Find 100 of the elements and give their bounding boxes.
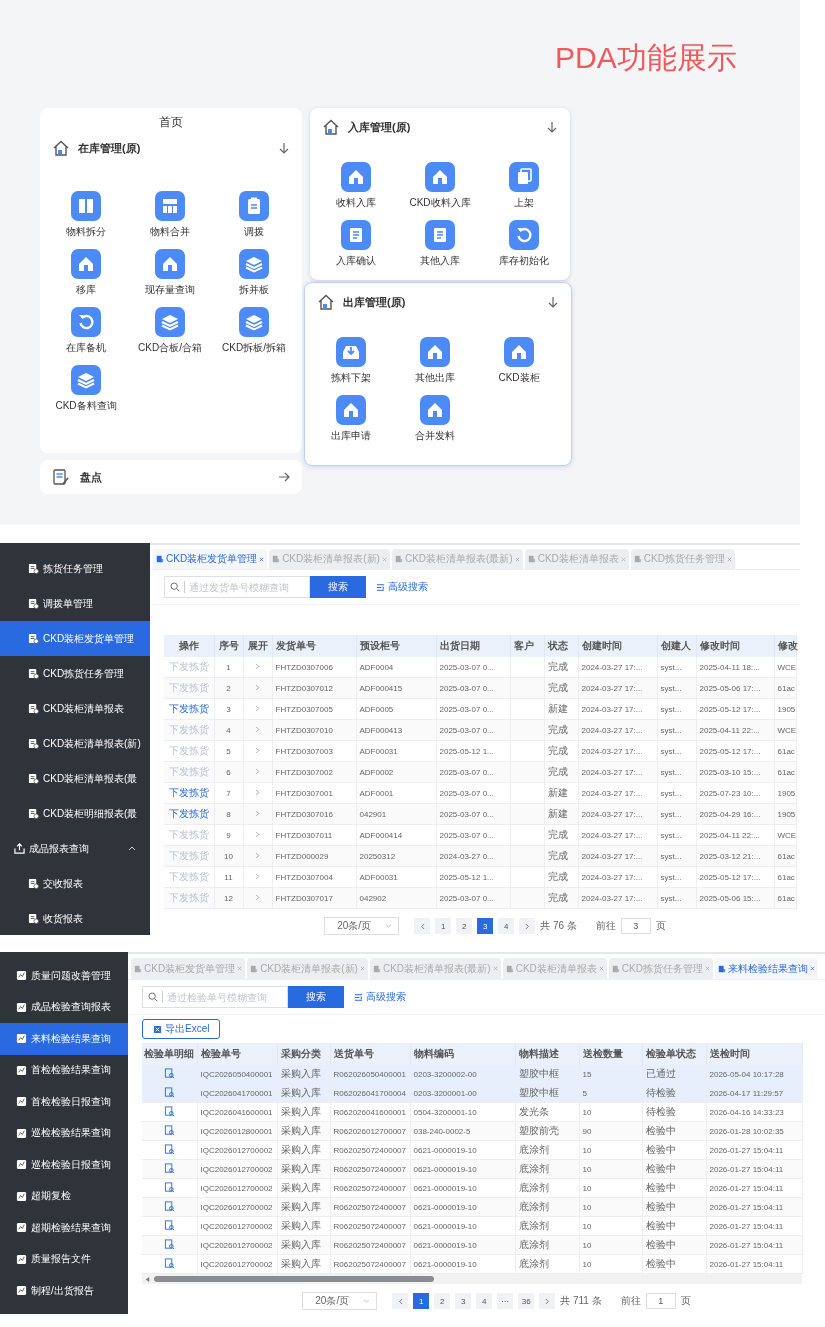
app-shortcut[interactable]: 其他出库 (393, 337, 477, 385)
app-shortcut[interactable]: 拆并板 (212, 249, 296, 297)
app-shortcut[interactable]: CKD拆板/拆箱 (212, 307, 296, 355)
chevron-right-icon[interactable] (255, 872, 260, 880)
table-row[interactable]: IQC2026012700002 采购入库 R062025072400007 0621-0000019-10 底涂剂 10 检验中 2026-01-27 15:04:11 (142, 1159, 802, 1179)
app-shortcut[interactable]: CKD收料入库 (398, 162, 482, 210)
close-icon[interactable] (259, 556, 265, 562)
page-button[interactable]: 4 (498, 918, 515, 934)
chevron-right-icon[interactable] (255, 809, 260, 817)
sidebar-item[interactable]: 交收报表 (0, 866, 150, 901)
chevron-right-icon[interactable] (255, 893, 260, 901)
table-row[interactable]: IQC2026012700002 采购入库 R062025072400007 0621-0000019-10 底涂剂 10 检验中 2026-01-27 15:04:11 (142, 1254, 802, 1274)
app-shortcut[interactable]: 其他入库 (398, 220, 482, 268)
chevron-right-icon[interactable] (255, 662, 260, 670)
document-search-icon[interactable] (163, 1162, 175, 1174)
export-excel-button[interactable]: 导出Excel (142, 1019, 221, 1039)
app-shortcut[interactable]: 移库 (44, 249, 128, 297)
sidebar-item[interactable]: 首检检验结果查询 (0, 1054, 128, 1086)
page-number-field[interactable]: 1 (645, 1293, 676, 1309)
app-shortcut[interactable]: CKD备料查询 (44, 365, 128, 413)
app-shortcut[interactable]: 在库备机 (44, 307, 128, 355)
table-row[interactable]: IQC2026012700002 采购入库 R062025072400007 0621-0000019-10 底涂剂 10 检验中 2026-01-27 15:04:11 (142, 1235, 802, 1255)
app-shortcut[interactable]: 合并发料 (393, 395, 477, 443)
app-shortcut[interactable]: 现存量查询 (128, 249, 212, 297)
next-page-button[interactable] (519, 918, 536, 934)
table-row[interactable]: IQC2026041600001 采购入库 R062026041600001 0504-3200001-10 发光条 10 待检验 2026-04-16 14:33:23 (142, 1102, 802, 1122)
close-icon[interactable] (237, 966, 243, 971)
document-search-icon[interactable] (163, 1086, 175, 1098)
table-row[interactable]: IQC2026012700002 采购入库 R062025072400007 0621-0000019-10 底涂剂 10 检验中 2026-01-27 15:04:11 (142, 1216, 802, 1236)
sidebar-item[interactable]: CKD装柜清单报表(最 (0, 761, 150, 796)
table-row[interactable]: IQC2026012700002 采购入库 R062025072400007 0621-0000019-10 底涂剂 10 检验中 2026-01-27 15:04:11 (142, 1197, 802, 1217)
sidebar-item[interactable]: 成品检验查询报表 (0, 991, 128, 1023)
table-row[interactable]: IQC2026012700002 采购入库 R062025072400007 0621-0000019-10 底涂剂 10 检验中 2026-01-27 15:04:11 (142, 1178, 802, 1198)
close-icon[interactable] (381, 556, 387, 562)
sidebar-item[interactable]: CKD装柜清单报表 (0, 691, 150, 726)
previous-page-button[interactable] (414, 918, 431, 934)
close-icon[interactable] (726, 556, 732, 562)
document-search-icon[interactable] (163, 1143, 175, 1155)
sidebar-group[interactable]: 成品报表查询 (0, 831, 150, 866)
sidebar-item[interactable]: 巡检检验结果查询 (0, 1117, 128, 1149)
app-shortcut[interactable]: 上架 (482, 162, 566, 210)
document-search-icon[interactable] (163, 1219, 175, 1231)
arrow-down-icon[interactable] (547, 296, 559, 308)
document-search-icon[interactable] (163, 1181, 175, 1193)
chevron-right-icon[interactable] (255, 704, 260, 712)
chevron-right-icon[interactable] (255, 746, 260, 754)
sidebar-item[interactable]: CKD装柜发货单管理 (0, 621, 150, 656)
table-row[interactable]: IQC2026012700002 采购入库 R062025072400007 0621-0000019-10 底涂剂 10 检验中 2026-01-27 15:04:11 (142, 1140, 802, 1160)
chevron-right-icon[interactable] (255, 725, 260, 733)
app-shortcut[interactable]: CKD装柜 (477, 337, 561, 385)
sidebar-item[interactable]: 质量问题改善管理 (0, 960, 128, 992)
horizontal-scrollbar[interactable] (142, 1274, 802, 1284)
sidebar-item[interactable]: 制程/出货报告 (0, 1275, 128, 1307)
app-shortcut[interactable]: 出库申请 (309, 395, 393, 443)
sidebar-item[interactable]: 收货报表 (0, 901, 150, 935)
table-row[interactable]: IQC2026012800001 采购入库 R062026012700007 038-240-0002-5 塑胶前壳 90 检验中 2026-01-28 10:02:35 (142, 1121, 802, 1141)
sidebar-item[interactable]: 超期复检 (0, 1180, 128, 1212)
chevron-right-icon[interactable] (255, 830, 260, 838)
page-button[interactable]: 3 (477, 918, 494, 934)
close-icon[interactable] (809, 966, 815, 971)
app-shortcut[interactable]: 入库确认 (314, 220, 398, 268)
close-icon[interactable] (492, 966, 498, 971)
advanced-search-link[interactable]: 高级搜索 (354, 990, 406, 1004)
sidebar-item[interactable]: CKD拣货任务管理 (0, 656, 150, 691)
document-search-icon[interactable] (163, 1124, 175, 1136)
arrow-right-icon[interactable] (278, 471, 290, 483)
arrow-down-icon[interactable] (546, 121, 558, 133)
close-icon[interactable] (359, 966, 365, 971)
search-button[interactable]: 搜索 (310, 576, 366, 598)
close-icon[interactable] (704, 966, 710, 971)
scroll-left-arrow-icon[interactable] (145, 1275, 150, 1283)
page-button[interactable]: 4 (476, 1293, 493, 1309)
sidebar-item[interactable]: 来料检验结果查询 (0, 1023, 128, 1055)
dispatch-picking-link[interactable]: 下发拣货 (168, 786, 209, 800)
page-button[interactable]: 2 (434, 1293, 451, 1309)
dispatch-picking-link[interactable]: 下发拣货 (168, 702, 209, 716)
page-button[interactable]: ··· (497, 1293, 514, 1309)
sidebar-item[interactable]: 质量报告文件 (0, 1243, 128, 1275)
app-shortcut[interactable]: 调拨 (212, 191, 296, 239)
chevron-right-icon[interactable] (255, 788, 260, 796)
app-shortcut[interactable]: 收料入库 (314, 162, 398, 210)
page-button[interactable]: 2 (456, 918, 473, 934)
chevron-right-icon[interactable] (255, 683, 260, 691)
sidebar-item[interactable]: CKD装柜明细报表(最 (0, 796, 150, 831)
advanced-search-link[interactable]: 高级搜索 (376, 580, 428, 594)
document-search-icon[interactable] (163, 1238, 175, 1250)
page-size-select[interactable]: 20条/页 (302, 1292, 378, 1310)
page-button[interactable]: 36 (518, 1293, 535, 1309)
document-search-icon[interactable] (163, 1200, 175, 1212)
app-shortcut[interactable]: 物料拆分 (44, 191, 128, 239)
close-icon[interactable] (514, 556, 520, 562)
app-shortcut[interactable]: 拣料下架 (309, 337, 393, 385)
sidebar-item[interactable]: 首检检验日报查询 (0, 1086, 128, 1118)
page-size-select[interactable]: 20条/页 (324, 917, 400, 935)
document-search-icon[interactable] (163, 1067, 175, 1079)
app-shortcut[interactable]: 物料合并 (128, 191, 212, 239)
app-shortcut[interactable]: 库存初始化 (482, 220, 566, 268)
tab[interactable]: CKD装柜发货单管理 (153, 549, 268, 569)
page-number-field[interactable]: 3 (620, 918, 651, 934)
table-row[interactable]: IQC2026050400001 采购入库 R062026050400001 0203-3200002-00 塑胶中框 15 已通过 2026-05-04 10:17:28 (142, 1065, 802, 1084)
